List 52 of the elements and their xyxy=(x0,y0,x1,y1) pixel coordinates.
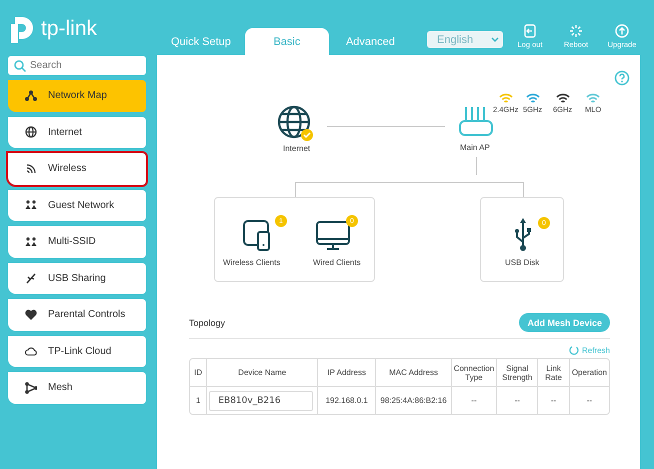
network-icon xyxy=(25,90,37,102)
node-label: Wireless Clients xyxy=(223,258,280,267)
sidebar-item[interactable]: Guest Network xyxy=(8,190,146,221)
table-cell: 98:25:4A:86:B2:16 xyxy=(376,387,452,414)
devices-icon xyxy=(243,220,271,251)
table-cell: 1 xyxy=(190,387,208,414)
column-header: Signal Strength xyxy=(497,359,538,387)
wifi-icon xyxy=(25,162,37,175)
people-icon xyxy=(25,236,37,248)
sidebar-item[interactable]: Internet xyxy=(8,116,146,148)
monitor-icon xyxy=(316,220,350,251)
table-cell: -- xyxy=(497,387,538,414)
column-header: IP Address xyxy=(318,359,376,387)
globe-icon xyxy=(277,105,315,143)
column-header: MAC Address xyxy=(376,359,452,387)
sidebar-item[interactable]: TP-Link Cloud xyxy=(8,336,146,367)
upgrade-icon xyxy=(615,24,629,38)
sidebar-item[interactable]: Network Map xyxy=(8,80,146,112)
node-label: Wired Clients xyxy=(313,258,361,267)
sidebar-item[interactable]: Parental Controls xyxy=(8,299,146,330)
node-label: USB Disk xyxy=(505,258,540,267)
chevron-down-icon xyxy=(491,37,499,42)
logo-text: tp-link xyxy=(41,17,98,41)
node-label: Main AP xyxy=(460,143,490,152)
language-value: English xyxy=(437,34,474,46)
node-label: Internet xyxy=(283,144,310,153)
sidebar-item[interactable]: Wireless xyxy=(8,153,146,184)
column-header: ID xyxy=(190,359,208,387)
mesh-icon xyxy=(25,382,37,394)
globe-icon xyxy=(25,126,37,138)
device-name-field[interactable]: EB810v_B216 xyxy=(209,390,314,410)
router-icon xyxy=(458,105,494,137)
help-icon xyxy=(614,70,630,86)
people-icon xyxy=(25,199,37,212)
cloud-icon xyxy=(25,345,37,358)
column-header: Link Rate xyxy=(538,359,570,387)
table-cell: 192.168.0.1 xyxy=(318,387,376,414)
logout-icon xyxy=(523,24,537,38)
column-header: Operation xyxy=(570,359,609,387)
refresh-icon xyxy=(568,345,579,355)
sidebar-item[interactable]: Multi-SSID xyxy=(8,226,146,258)
column-header: Device Name xyxy=(207,359,318,387)
search-field[interactable]: Search xyxy=(8,56,146,75)
heart-icon xyxy=(25,308,37,321)
column-header: Connection Type xyxy=(452,359,498,387)
sidebar-item[interactable]: Mesh xyxy=(8,372,146,404)
reboot-icon xyxy=(569,24,583,38)
sidebar-item[interactable]: USB Sharing xyxy=(8,262,146,294)
table-cell-text: -- xyxy=(586,395,594,407)
section-title: Topology xyxy=(189,318,226,328)
table-cell: -- xyxy=(452,387,498,414)
table-cell: -- xyxy=(538,387,570,414)
